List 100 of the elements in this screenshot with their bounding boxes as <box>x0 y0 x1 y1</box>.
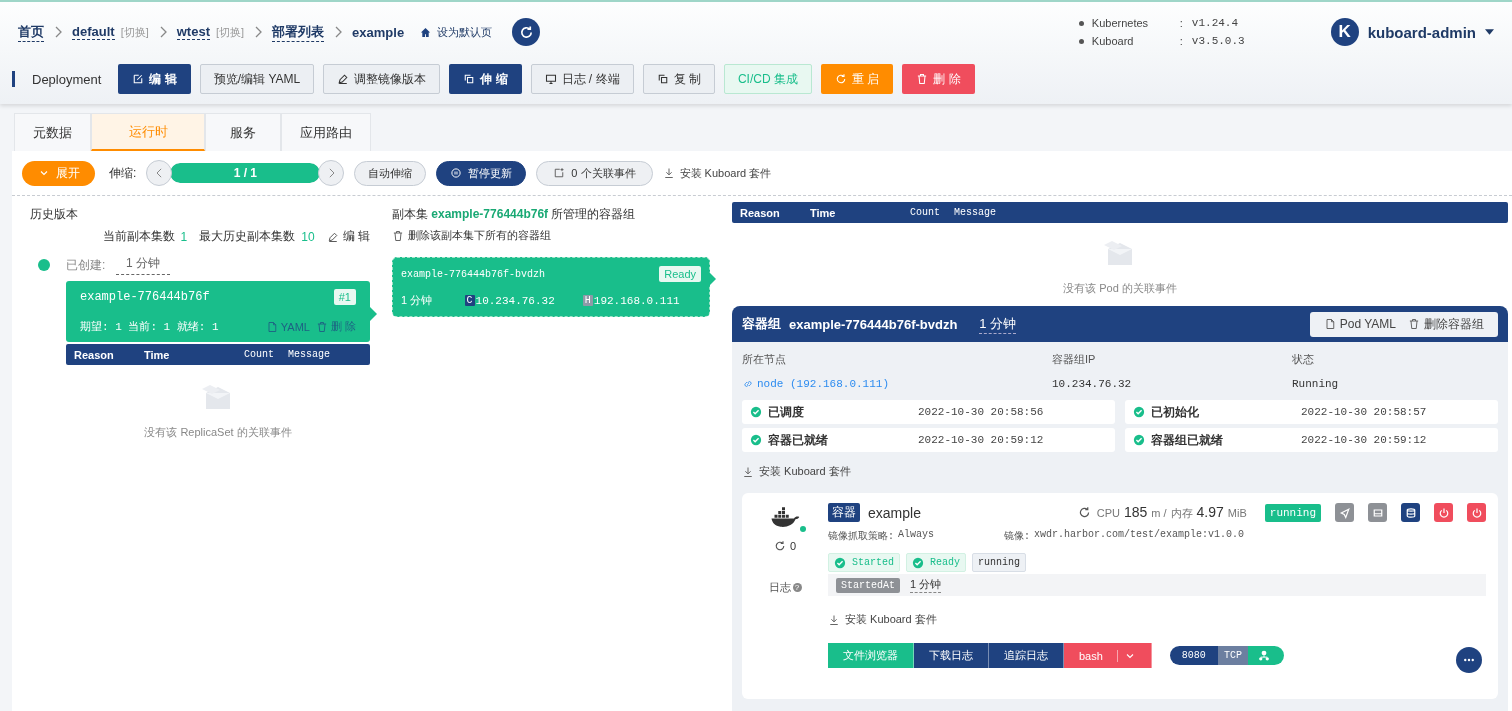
tab[interactable]: 服务 <box>205 113 281 151</box>
trash-icon <box>315 320 328 333</box>
toolbar-button[interactable]: 预览/编辑 YAML <box>199 64 315 94</box>
started-at-badge: StartedAt <box>836 577 900 593</box>
revision-badge: #1 <box>333 289 356 305</box>
trash-icon <box>916 73 929 85</box>
caret-icon[interactable] <box>1485 29 1494 35</box>
drive-icon <box>1371 506 1384 519</box>
set-default-link[interactable]: 设为默认页 <box>437 24 493 40</box>
host-ip-badge: H <box>582 295 593 306</box>
version-value: v3.5.0.3 <box>1191 35 1245 47</box>
state-badge: running <box>1264 503 1321 522</box>
copy-icon <box>656 73 669 85</box>
pause-update-button[interactable]: 暂停更新 <box>436 160 527 186</box>
monitor-icon <box>544 73 557 85</box>
column-header: Reason <box>740 206 781 219</box>
container-action-button[interactable]: bash <box>1064 643 1152 668</box>
paper-plane-icon <box>1338 506 1351 519</box>
field-label: 容器组IP <box>1052 352 1097 367</box>
metric-label: CPU <box>1096 507 1120 519</box>
download-icon <box>828 613 840 626</box>
version-name: Kuboard <box>1091 35 1135 47</box>
bullet-icon <box>1078 20 1084 26</box>
breadcrumb-link[interactable]: default <box>72 24 115 40</box>
metric-label: 内存 <box>1170 506 1193 521</box>
decrement-button[interactable] <box>146 160 173 186</box>
install-link[interactable]: 安装 Kuboard 套件 <box>742 464 1498 479</box>
tab[interactable]: 应用路由 <box>281 113 371 151</box>
version-value: v1.24.4 <box>1191 17 1239 29</box>
pull-policy-label: 镜像抓取策略: <box>828 530 894 543</box>
chevron-right-icon <box>54 26 62 38</box>
pod-age: 1 分钟 <box>401 293 434 308</box>
toolbar-button[interactable]: 日志 / 终端 <box>530 64 634 94</box>
chevron-right-icon <box>327 168 335 178</box>
tab[interactable]: 元数据 <box>14 113 91 151</box>
container-action-button[interactable]: 下载日志 <box>914 643 989 668</box>
refresh-button[interactable] <box>512 18 541 46</box>
refresh-icon[interactable] <box>1077 506 1091 519</box>
breadcrumb-link[interactable]: wtest <box>176 24 210 40</box>
delete-pod-link[interactable]: 删除容器组 <box>1408 315 1484 333</box>
empty-message: 没有该 Pod 的关联事件 <box>1063 281 1177 296</box>
events-button[interactable]: 0 个关联事件 <box>536 160 653 186</box>
copy-icon <box>463 73 476 85</box>
note-icon <box>553 167 566 179</box>
toolbar-button[interactable]: 编 辑 <box>118 64 191 94</box>
link-icon <box>742 378 754 390</box>
container-action-button[interactable]: 追踪日志 <box>989 643 1064 668</box>
created-label: 已创建: <box>66 256 107 274</box>
chevron-right-icon <box>158 26 167 38</box>
metric-value: 185 <box>1123 504 1148 520</box>
increment-button[interactable] <box>318 160 345 186</box>
chevron-left-icon <box>155 168 163 178</box>
toolbar-button[interactable]: 调整镜像版本 <box>323 64 441 94</box>
pod-yaml-link[interactable]: Pod YAML <box>1323 317 1396 331</box>
edit-link[interactable]: 编 辑 <box>326 228 370 245</box>
auto-scale-button[interactable]: 自动伸缩 <box>354 160 427 186</box>
toolbar-button[interactable]: 伸 缩 <box>449 64 522 94</box>
pencil-icon <box>326 230 339 243</box>
metric-unit: m / <box>1151 507 1167 519</box>
bullet-icon <box>1078 38 1084 44</box>
help-icon[interactable]: ? <box>792 583 802 592</box>
image-value: xwdr.harbor.com/test/example:v1.0.0 <box>1034 529 1245 542</box>
metric-value: 4.97 <box>1196 504 1224 520</box>
action-button[interactable] <box>1401 503 1420 522</box>
download-icon <box>662 167 675 179</box>
toolbar-button[interactable]: 删 除 <box>902 64 975 94</box>
condition-time: 2022-10-30 20:59:12 <box>918 434 1044 446</box>
empty-message: 没有该 ReplicaSet 的关联事件 <box>144 425 292 440</box>
status-tag: Started <box>828 553 900 572</box>
trash-icon <box>392 229 404 242</box>
install-link[interactable]: 安装 Kuboard 套件 <box>828 612 1486 627</box>
log-label: 日志 <box>768 580 791 595</box>
condition-label: 已初始化 <box>1151 403 1200 421</box>
toolbar-button[interactable]: 复 制 <box>642 64 715 94</box>
pod-ip: 10.234.76.32 <box>475 294 556 307</box>
count-value: 10 <box>301 229 315 244</box>
section-title: 副本集 example-776444b76f 所管理的容器组 <box>392 206 637 223</box>
user-avatar[interactable]: K <box>1330 18 1359 46</box>
breadcrumb-link[interactable]: 部署列表 <box>272 22 325 42</box>
breadcrumb-link[interactable]: 首页 <box>18 22 44 42</box>
condition-time: 2022-10-30 20:58:57 <box>1301 406 1427 418</box>
count-label: 最大历史副本集数 <box>199 228 296 245</box>
install-link[interactable]: 安装 Kuboard 套件 <box>662 165 772 181</box>
resource-kind: Deployment <box>32 71 102 87</box>
document-icon <box>1323 318 1336 330</box>
power-icon <box>1437 506 1450 519</box>
status-badge: Ready <box>659 266 701 282</box>
delete-all-link[interactable]: 删除该副本集下所有的容器组 <box>392 228 710 243</box>
more-button[interactable] <box>1456 647 1482 673</box>
field-label: 状态 <box>1292 352 1315 367</box>
check-circle-icon <box>834 556 846 569</box>
count-label: 当前副本集数 <box>102 228 175 245</box>
pause-icon <box>450 167 463 179</box>
pull-policy-value: Always <box>898 529 935 542</box>
refresh-icon <box>518 24 534 40</box>
condition-label: 容器组已就绪 <box>1151 431 1224 449</box>
started-at-value: 1 分钟 <box>910 577 942 593</box>
host-ip: 192.168.0.111 <box>593 294 681 307</box>
edit-icon <box>132 73 145 85</box>
user-name[interactable]: kuboard-admin <box>1367 23 1476 41</box>
